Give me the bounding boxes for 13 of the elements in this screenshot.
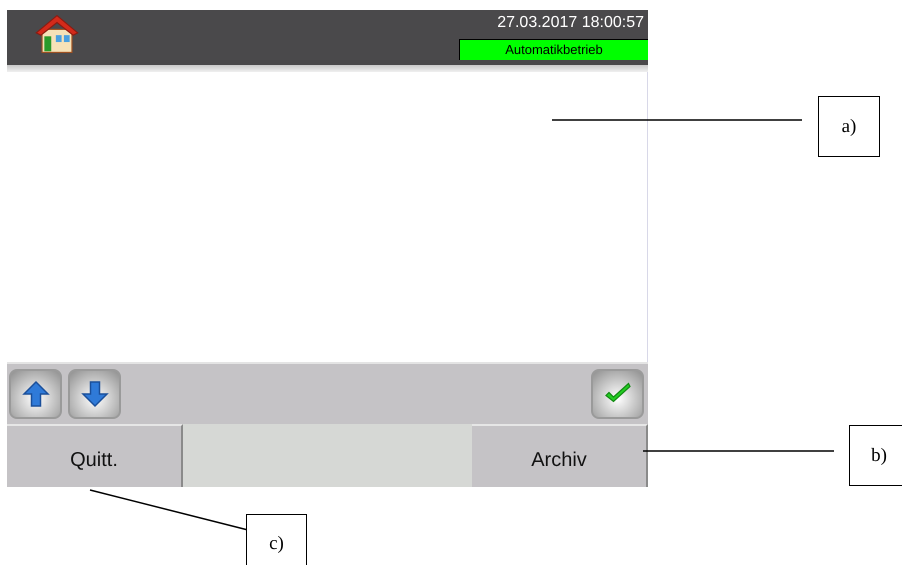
callout-label: a) xyxy=(818,96,880,157)
up-arrow-icon xyxy=(20,379,50,409)
callout-label: b) xyxy=(849,425,902,486)
confirm-button[interactable] xyxy=(591,369,644,419)
scroll-down-button[interactable] xyxy=(68,369,121,419)
date-time: 27.03.2017 18:00:57 xyxy=(497,13,645,33)
mode-status: Automatikbetrieb xyxy=(459,39,648,60)
archive-button[interactable]: Archiv xyxy=(472,424,648,487)
acknowledge-button[interactable]: Quitt. xyxy=(7,424,183,487)
house-icon[interactable] xyxy=(34,13,80,55)
down-arrow-icon xyxy=(80,379,110,409)
scroll-up-button[interactable] xyxy=(9,369,62,419)
callout-label: c) xyxy=(246,514,307,565)
